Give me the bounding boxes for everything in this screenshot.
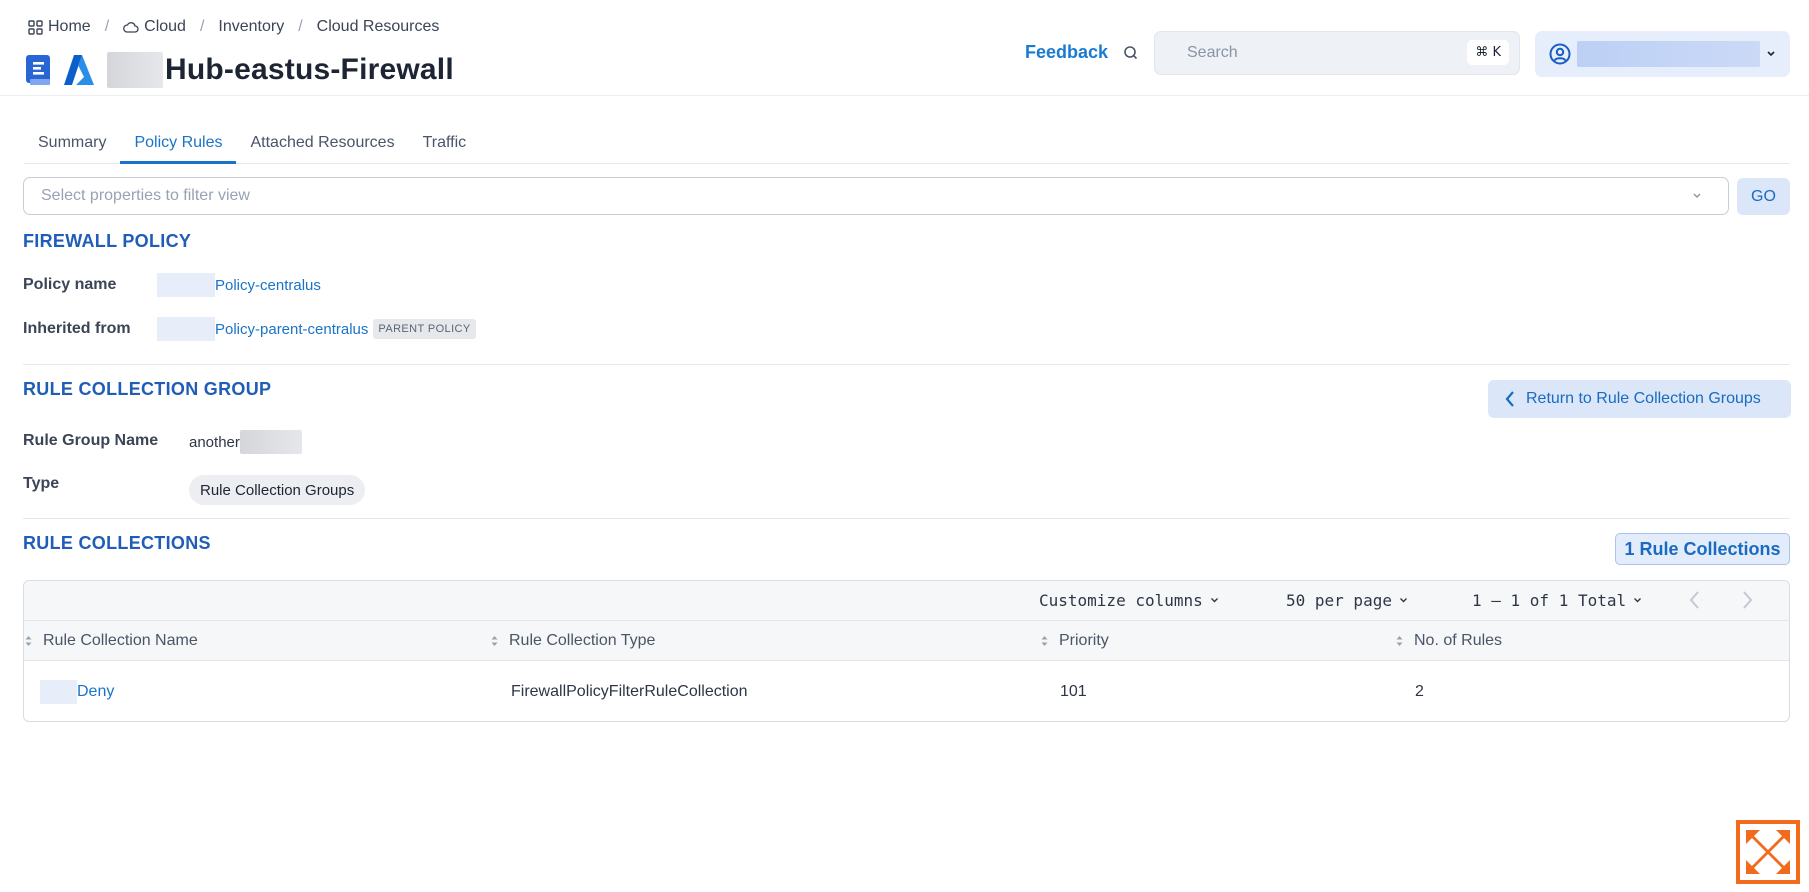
return-to-rule-collection-groups-button[interactable]: Return to Rule Collection Groups (1488, 380, 1791, 418)
search-placeholder: Search (1187, 44, 1238, 61)
section-divider (23, 364, 1790, 365)
breadcrumb-home[interactable]: Home (28, 18, 91, 36)
cell-rule-collection-type: FirewallPolicyFilterRuleCollection (511, 682, 748, 700)
sort-icon (1041, 636, 1048, 646)
redacted-prefix (107, 52, 163, 88)
policy-name-value: Policy-centralus (157, 273, 321, 297)
rule-collections-table: Customize columns 50 per page 1 – 1 of 1… (23, 580, 1790, 722)
policy-name-label: Policy name (23, 276, 117, 293)
type-pill: Rule Collection Groups (189, 475, 366, 505)
chevron-down-icon (1210, 598, 1218, 603)
redacted-suffix (239, 430, 302, 454)
user-avatar-icon (1549, 43, 1571, 65)
column-header-rule-collection-type[interactable]: Rule Collection Type (490, 621, 655, 661)
column-header-no-of-rules[interactable]: No. of Rules (1395, 621, 1502, 661)
tab-attached-resources[interactable]: Attached Resources (236, 122, 408, 164)
breadcrumb-separator: / (104, 18, 110, 35)
column-header-label: No. of Rules (1414, 632, 1503, 649)
breadcrumb-cloud[interactable]: Cloud (123, 18, 186, 36)
breadcrumb-inventory-label: Inventory (218, 18, 285, 35)
user-menu[interactable] (1535, 31, 1790, 77)
previous-page-icon[interactable] (1688, 589, 1702, 611)
breadcrumb-current-label: Cloud Resources (316, 18, 440, 35)
per-page-label: 50 per page (1286, 591, 1392, 610)
page-header: Home / Cloud / Inventory / Cloud Resourc… (0, 0, 1809, 96)
column-header-label: Rule Collection Type (509, 632, 656, 649)
cell-priority: 101 (1060, 682, 1087, 700)
chevron-down-icon (1634, 598, 1642, 603)
cell-rule-collection-name: Deny (40, 661, 114, 721)
azure-icon (64, 55, 94, 85)
per-page-dropdown[interactable]: 50 per page (1286, 591, 1408, 610)
global-search-input[interactable]: Search ⌘ K (1154, 31, 1520, 75)
table-header-row: Rule Collection Name Rule Collection Typ… (24, 621, 1789, 661)
table-row: Deny FirewallPolicyFilterRuleCollection … (24, 661, 1789, 721)
app-book-icon (26, 55, 50, 85)
chevron-left-icon (1505, 391, 1514, 407)
breadcrumb-inventory[interactable]: Inventory (218, 18, 284, 36)
grid-icon (28, 19, 43, 35)
next-page-icon[interactable] (1740, 589, 1754, 611)
column-header-label: Priority (1059, 632, 1109, 649)
redacted-username (1577, 41, 1760, 67)
rule-collection-group-heading: RULE COLLECTION GROUP (23, 379, 272, 399)
chevron-down-icon (1399, 598, 1407, 603)
firewall-policy-heading: FIREWALL POLICY (23, 231, 192, 251)
redacted-prefix (157, 317, 215, 341)
sort-icon (1396, 636, 1403, 646)
redacted-prefix (157, 273, 215, 297)
breadcrumb-separator: / (298, 18, 303, 35)
chevron-down-icon (1693, 193, 1701, 198)
sort-icon (491, 636, 498, 646)
title-row: Hub-eastus-Firewall (26, 52, 454, 88)
cell-no-of-rules: 2 (1415, 682, 1424, 700)
breadcrumb-cloud-label: Cloud (144, 18, 186, 35)
go-button[interactable]: GO (1737, 178, 1790, 215)
column-header-priority[interactable]: Priority (1040, 621, 1109, 661)
column-header-rule-collection-name[interactable]: Rule Collection Name (24, 621, 198, 661)
chevron-down-icon (1767, 51, 1775, 57)
parent-policy-badge: PARENT POLICY (373, 319, 476, 339)
breadcrumb-current: Cloud Resources (317, 18, 440, 36)
breadcrumb-home-label: Home (48, 18, 91, 35)
tab-bar: Summary Policy Rules Attached Resources … (24, 122, 1790, 164)
sort-icon (25, 636, 32, 646)
table-toolbar: Customize columns 50 per page 1 – 1 of 1… (24, 581, 1789, 621)
column-header-label: Rule Collection Name (43, 632, 198, 649)
rule-collection-name-link[interactable]: Deny (77, 683, 114, 701)
inherited-from-label: Inherited from (23, 320, 131, 337)
breadcrumb-separator: / (199, 18, 205, 35)
rule-group-name-text: another (189, 433, 240, 451)
expand-arrows-icon (1746, 830, 1790, 874)
customize-columns-label: Customize columns (1039, 591, 1203, 610)
pagination-range-dropdown[interactable]: 1 – 1 of 1 Total (1472, 591, 1642, 610)
property-filter-select[interactable]: Select properties to filter view (23, 177, 1729, 215)
search-shortcut-badge: ⌘ K (1467, 40, 1509, 65)
search-icon[interactable] (1122, 44, 1140, 62)
section-divider (23, 518, 1790, 519)
policy-name-link[interactable]: Policy-centralus (215, 277, 321, 294)
type-label: Type (23, 475, 60, 492)
corner-app-logo[interactable] (1736, 820, 1800, 884)
inherited-policy-link[interactable]: Policy-parent-centralus (215, 321, 368, 338)
redacted-prefix (40, 679, 77, 704)
tab-policy-rules[interactable]: Policy Rules (120, 122, 237, 164)
customize-columns-dropdown[interactable]: Customize columns (1039, 591, 1219, 610)
rule-group-name-value: another (189, 430, 302, 454)
rule-group-name-label: Rule Group Name (23, 432, 159, 449)
tab-traffic[interactable]: Traffic (409, 122, 481, 164)
rule-collections-count-button[interactable]: 1 Rule Collections (1615, 533, 1790, 565)
cloud-icon (123, 22, 139, 33)
breadcrumb: Home / Cloud / Inventory / Cloud Resourc… (28, 18, 439, 36)
filter-placeholder: Select properties to filter view (41, 187, 250, 204)
tab-summary[interactable]: Summary (24, 122, 120, 164)
return-button-label: Return to Rule Collection Groups (1526, 390, 1761, 407)
inherited-from-value: Policy-parent-centralus PARENT POLICY (157, 317, 476, 341)
feedback-link[interactable]: Feedback (1025, 42, 1108, 63)
page-title: Hub-eastus-Firewall (165, 53, 454, 86)
pagination-range-label: 1 – 1 of 1 Total (1472, 591, 1627, 610)
rule-collections-heading: RULE COLLECTIONS (23, 533, 211, 553)
